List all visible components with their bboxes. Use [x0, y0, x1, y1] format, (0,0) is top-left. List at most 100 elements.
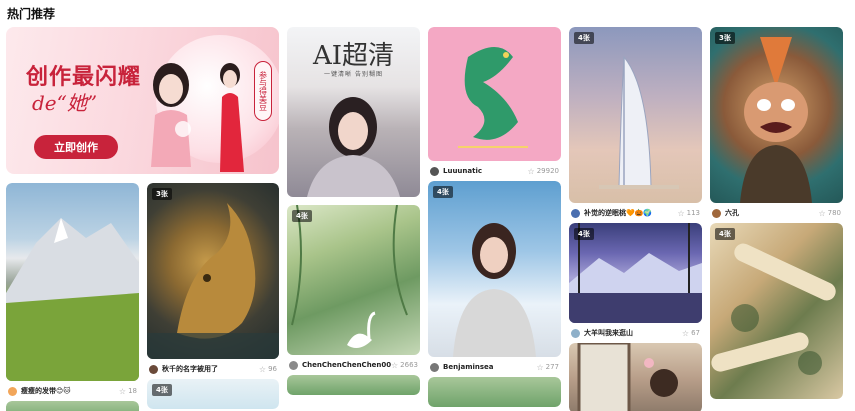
- card-image[interactable]: 4张: [710, 223, 843, 399]
- image-count-badge: 4张: [715, 228, 735, 240]
- section-title: 热门推荐: [7, 7, 56, 21]
- card-image[interactable]: 3张: [147, 183, 279, 359]
- card-scroll[interactable]: 4张: [710, 223, 843, 399]
- like-count[interactable]: ☆ 780: [818, 209, 841, 218]
- star-icon: ☆: [391, 360, 399, 370]
- like-count[interactable]: ☆ 277: [536, 363, 559, 372]
- like-count-value: 67: [691, 329, 700, 337]
- card-meta: Benjaminsea ☆ 277: [428, 357, 561, 377]
- avatar[interactable]: [571, 208, 580, 218]
- star-icon: ☆: [527, 166, 535, 176]
- avatar[interactable]: [712, 208, 721, 218]
- card-bottom-mid[interactable]: 4张: [147, 379, 279, 409]
- like-count-value: 18: [128, 387, 137, 395]
- image-count-badge: 4张: [152, 384, 172, 396]
- like-count-value: 277: [545, 363, 559, 371]
- card-window[interactable]: [569, 343, 702, 411]
- mountain-art: [6, 218, 139, 381]
- card-image[interactable]: [428, 27, 561, 161]
- dragon-art: [147, 203, 279, 359]
- username[interactable]: 补觉的逆眠桃🧡🎃🌍: [584, 208, 652, 218]
- star-icon: ☆: [818, 208, 826, 218]
- portrait-art: [453, 223, 536, 357]
- card-mountain[interactable]: 瘦瘦的发带😊🐱 ☆ 18: [6, 183, 139, 401]
- card-meta: 大羊叫我来逛山 ☆ 67: [569, 323, 702, 343]
- star-icon: ☆: [258, 364, 267, 374]
- card-meta: Luuunatic ☆ 29920: [428, 161, 561, 181]
- like-count[interactable]: ☆ 96: [259, 365, 277, 374]
- username[interactable]: Luuunatic: [443, 167, 482, 175]
- card-bottom-willow[interactable]: [287, 375, 420, 395]
- card-image[interactable]: 4张: [147, 379, 279, 409]
- image-count-badge: 4张: [574, 228, 594, 240]
- avatar[interactable]: [430, 362, 439, 372]
- banner-card[interactable]: 创作最闪耀 de“她” 参与得美豆 立即创作: [6, 27, 279, 174]
- avatar[interactable]: [571, 328, 580, 338]
- card-bottom-left[interactable]: [6, 401, 139, 411]
- card-ai-upscale[interactable]: AI超清 一键清晰 告别糊图: [287, 27, 420, 205]
- swan-art: [291, 205, 408, 349]
- card-tower[interactable]: 4张 补觉的逆眠桃🧡🎃🌍 ☆ 113: [569, 27, 702, 223]
- avatar[interactable]: [289, 360, 298, 370]
- card-meta: ChenChenChenChen00 ☆ 2663: [287, 355, 420, 375]
- like-count[interactable]: ☆ 29920: [528, 167, 559, 176]
- card-meta: 六孔 ☆ 780: [710, 203, 843, 223]
- woman-illustration-2: [220, 63, 244, 172]
- banner-tag: 参与得美豆: [254, 61, 272, 121]
- image-count-badge: 3张: [715, 32, 735, 44]
- image-count-badge: 4张: [574, 32, 594, 44]
- card-golden-dragon[interactable]: 3张 秋千的名字被用了 ☆ 96: [147, 183, 279, 379]
- image-count-badge: 4张: [433, 186, 453, 198]
- avatar[interactable]: [8, 386, 17, 396]
- card-image[interactable]: [287, 375, 420, 395]
- card-image[interactable]: [6, 183, 139, 381]
- username[interactable]: 瘦瘦的发带😊🐱: [21, 386, 71, 396]
- promo-banner[interactable]: 创作最闪耀 de“她” 参与得美豆 立即创作: [6, 27, 279, 174]
- like-count[interactable]: ☆ 2663: [391, 361, 418, 370]
- card-snow-girl[interactable]: 4张 Benjaminsea ☆ 277: [428, 181, 561, 377]
- card-image[interactable]: [6, 401, 139, 411]
- avatar[interactable]: [149, 364, 158, 374]
- image-count-badge: 3张: [152, 188, 172, 200]
- avatar[interactable]: [430, 166, 439, 176]
- create-now-button[interactable]: 立即创作: [34, 135, 118, 159]
- card-meta: 秋千的名字被用了 ☆ 96: [147, 359, 279, 379]
- card-bottom-green[interactable]: [428, 377, 561, 407]
- portrait-art: [307, 97, 400, 197]
- card-image[interactable]: 4张: [287, 205, 420, 355]
- star-icon: ☆: [677, 208, 685, 218]
- card-lake[interactable]: 4张 大羊叫我来逛山 ☆ 67: [569, 223, 702, 343]
- cartoon-art: [740, 37, 812, 203]
- star-icon: ☆: [118, 386, 127, 396]
- like-count-value: 780: [827, 209, 841, 217]
- username[interactable]: 大羊叫我来逛山: [584, 328, 633, 338]
- username[interactable]: 六孔: [725, 208, 739, 218]
- like-count[interactable]: ☆ 18: [119, 387, 137, 396]
- username[interactable]: 秋千的名字被用了: [162, 364, 218, 374]
- star-icon: ☆: [681, 328, 690, 338]
- card-image[interactable]: 4张: [569, 27, 702, 203]
- like-count-value: 113: [686, 209, 700, 217]
- card-cartoon[interactable]: 3张 六孔 ☆ 780: [710, 27, 843, 223]
- card-green-dragon[interactable]: Luuunatic ☆ 29920: [428, 27, 561, 181]
- image-count-badge: 4张: [292, 210, 312, 222]
- card-image[interactable]: AI超清 一键清晰 告别糊图: [287, 27, 420, 197]
- card-image[interactable]: 3张: [710, 27, 843, 203]
- star-icon: ☆: [536, 362, 544, 372]
- window-art: [577, 343, 678, 411]
- like-count-value: 2663: [400, 361, 418, 369]
- scroll-art: [711, 243, 836, 375]
- username[interactable]: Benjaminsea: [443, 363, 494, 371]
- username[interactable]: ChenChenChenChen00: [302, 361, 391, 369]
- like-count[interactable]: ☆ 113: [677, 209, 700, 218]
- card-meta: 瘦瘦的发带😊🐱 ☆ 18: [6, 381, 139, 401]
- card-willow-swan[interactable]: 4张 ChenChenChenChen00 ☆ 2663: [287, 205, 420, 375]
- card-image[interactable]: [569, 343, 702, 411]
- card-image[interactable]: 4张: [569, 223, 702, 323]
- tower-art: [599, 55, 679, 189]
- woman-illustration-1: [151, 63, 191, 167]
- like-count[interactable]: ☆ 67: [682, 329, 700, 338]
- like-count-value: 29920: [536, 167, 559, 175]
- card-image[interactable]: 4张: [428, 181, 561, 357]
- card-image[interactable]: [428, 377, 561, 407]
